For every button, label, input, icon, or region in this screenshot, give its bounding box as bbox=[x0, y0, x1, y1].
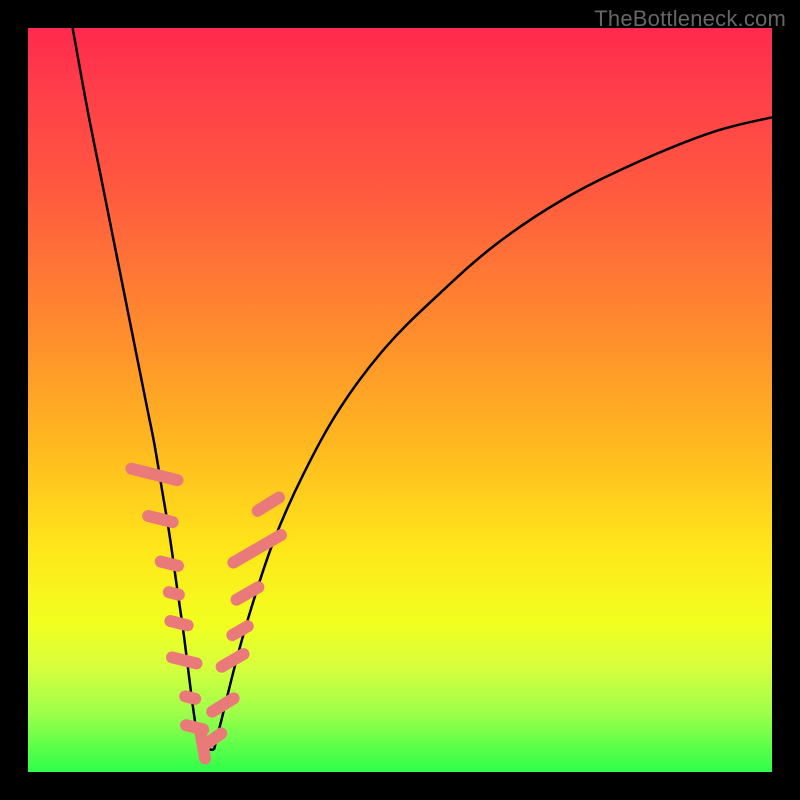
chart-frame: TheBottleneck.com bbox=[0, 0, 800, 800]
marker-group bbox=[124, 461, 289, 765]
watermark-text: TheBottleneck.com bbox=[594, 6, 786, 32]
data-marker bbox=[228, 579, 266, 608]
data-marker bbox=[162, 585, 187, 602]
curve-right-arm bbox=[214, 117, 772, 749]
data-marker bbox=[163, 614, 195, 633]
data-marker bbox=[153, 554, 185, 573]
data-marker bbox=[224, 618, 256, 643]
data-marker bbox=[249, 489, 287, 519]
data-marker bbox=[178, 689, 203, 706]
data-marker bbox=[165, 650, 204, 671]
curve-left-arm bbox=[73, 28, 199, 750]
data-marker bbox=[141, 509, 180, 530]
data-marker bbox=[124, 461, 185, 487]
curve-group bbox=[73, 28, 772, 750]
chart-svg bbox=[28, 28, 772, 772]
plot-area bbox=[28, 28, 772, 772]
data-marker bbox=[225, 527, 289, 571]
